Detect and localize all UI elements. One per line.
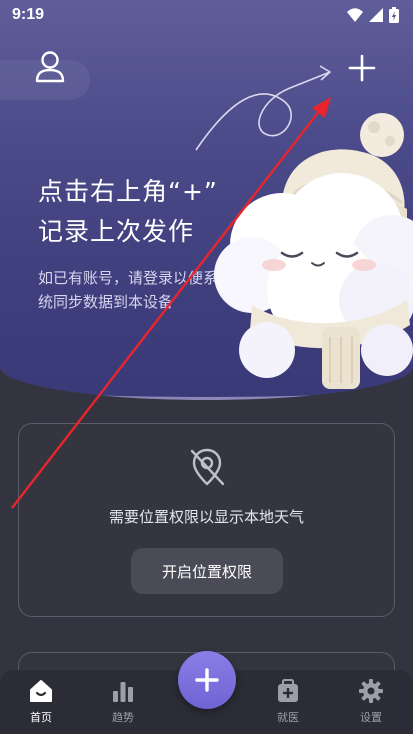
hero-banner: 点击右上角“+” 记录上次发作 如已有账号，请登录以便系统同步数据到本设备 xyxy=(0,0,413,400)
tab-medical-label: 就医 xyxy=(277,711,299,724)
location-permission-message: 需要位置权限以显示本地天气 xyxy=(108,508,304,526)
wifi-icon xyxy=(347,8,363,22)
bar-chart-icon xyxy=(113,682,133,702)
user-icon[interactable] xyxy=(34,50,66,84)
hero-subtitle: 如已有账号，请登录以便系统同步数据到本设备 xyxy=(38,269,219,311)
signal-icon xyxy=(369,8,383,22)
hero-rim xyxy=(0,360,413,400)
enable-location-button[interactable]: 开启位置权限 xyxy=(131,548,283,594)
gear-icon xyxy=(359,679,383,703)
tab-settings-label: 设置 xyxy=(360,711,382,724)
hero-title-line1: 点击右上角“+” xyxy=(38,177,218,206)
location-off-icon xyxy=(190,448,225,486)
status-icons xyxy=(347,7,399,23)
tab-trends[interactable]: 趋势 xyxy=(93,678,153,730)
hero-title-line2: 记录上次发作 xyxy=(38,217,195,246)
tab-home[interactable]: 首页 xyxy=(11,678,71,730)
home-icon xyxy=(30,680,52,702)
add-record-fab[interactable] xyxy=(178,651,236,709)
tab-trends-label: 趋势 xyxy=(112,711,134,724)
add-icon xyxy=(195,668,219,692)
status-time: 9:19 xyxy=(12,6,45,23)
cloud-mascot-icon xyxy=(214,113,413,389)
add-icon[interactable] xyxy=(346,52,378,84)
hero-title: 点击右上角“+” 记录上次发作 xyxy=(38,172,218,252)
tab-medical[interactable]: 就医 xyxy=(258,678,318,730)
tab-settings[interactable]: 设置 xyxy=(341,678,401,730)
tab-home-label: 首页 xyxy=(30,711,52,724)
medical-kit-icon xyxy=(278,679,298,702)
status-bar: 9:19 xyxy=(0,0,413,30)
battery-icon xyxy=(389,7,399,23)
location-permission-card: 需要位置权限以显示本地天气 开启位置权限 xyxy=(18,423,395,617)
